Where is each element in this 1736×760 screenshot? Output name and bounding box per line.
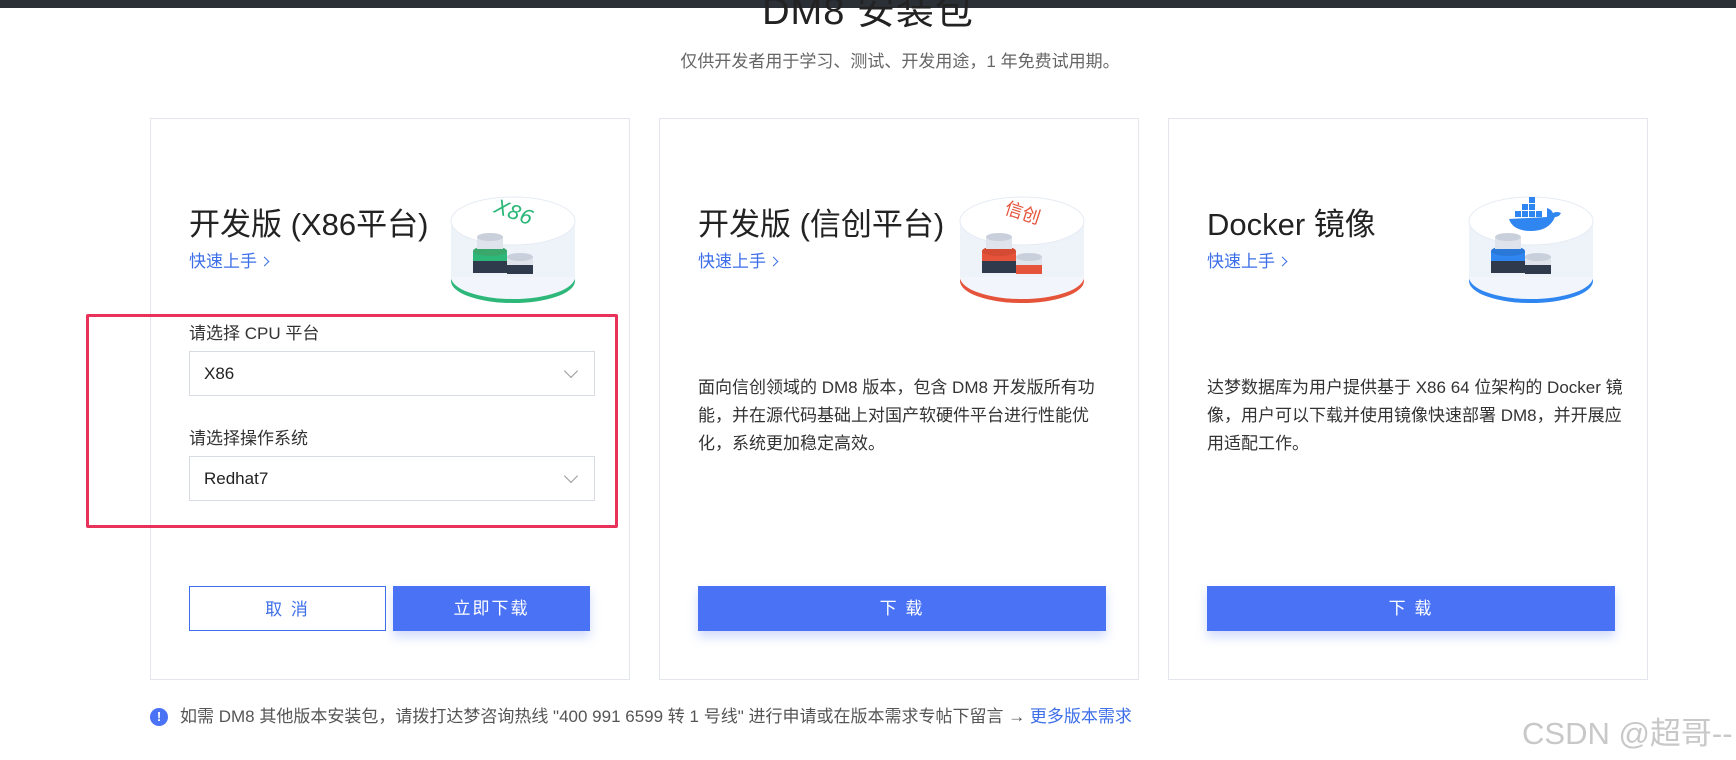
footer-note: ! 如需 DM8 其他版本安装包，请拨打达梦咨询热线 "400 991 6599 … — [150, 702, 1132, 727]
xinchuang-database-icon: 信创 — [959, 196, 1085, 303]
card-docker-image: Docker 镜像 快速上手 达梦数据库为用户提供基于 X86 64 位架构的 … — [1168, 118, 1648, 680]
docker-database-icon — [1468, 196, 1594, 303]
selection-highlight-box — [86, 314, 618, 528]
info-icon: ! — [150, 708, 168, 726]
watermark: CSDN @超哥-- — [1522, 716, 1733, 751]
card-title: Docker 镜像 — [1207, 207, 1376, 242]
footer-note-text: 如需 DM8 其他版本安装包，请拨打达梦咨询热线 "400 991 6599 转… — [180, 707, 1030, 726]
chevron-right-icon — [768, 256, 779, 267]
more-versions-link[interactable]: 更多版本需求 — [1030, 707, 1132, 726]
download-button[interactable]: 下 载 — [1207, 586, 1615, 631]
cancel-button[interactable]: 取 消 — [189, 586, 386, 631]
download-now-button[interactable]: 立即下载 — [393, 586, 590, 631]
page-subtitle: 仅供开发者用于学习、测试、开发用途，1 年免费试用期。 — [680, 52, 1120, 71]
chevron-right-icon — [1277, 256, 1288, 267]
chevron-right-icon — [259, 256, 270, 267]
quick-start-label: 快速上手 — [189, 252, 257, 271]
quick-start-link[interactable]: 快速上手 — [1207, 247, 1288, 272]
page-title: DM8 安装包 — [762, 0, 974, 33]
quick-start-label: 快速上手 — [1207, 252, 1275, 271]
card-title: 开发版 (信创平台) — [698, 207, 945, 242]
card-title: 开发版 (X86平台) — [189, 207, 429, 242]
x86-database-icon: X86 — [450, 194, 576, 303]
download-button[interactable]: 下 载 — [698, 586, 1106, 631]
quick-start-link[interactable]: 快速上手 — [698, 247, 779, 272]
card-description: 面向信创领域的 DM8 版本，包含 DM8 开发版所有功能，并在源代码基础上对国… — [698, 378, 1095, 453]
card-description: 达梦数据库为用户提供基于 X86 64 位架构的 Docker 镜像，用户可以下… — [1207, 378, 1623, 453]
card-dev-xinchuang: 开发版 (信创平台) 快速上手 信创 面向信创领域的 DM8 版本，包含 DM8… — [659, 118, 1139, 680]
quick-start-link[interactable]: 快速上手 — [189, 247, 270, 272]
quick-start-label: 快速上手 — [698, 252, 766, 271]
